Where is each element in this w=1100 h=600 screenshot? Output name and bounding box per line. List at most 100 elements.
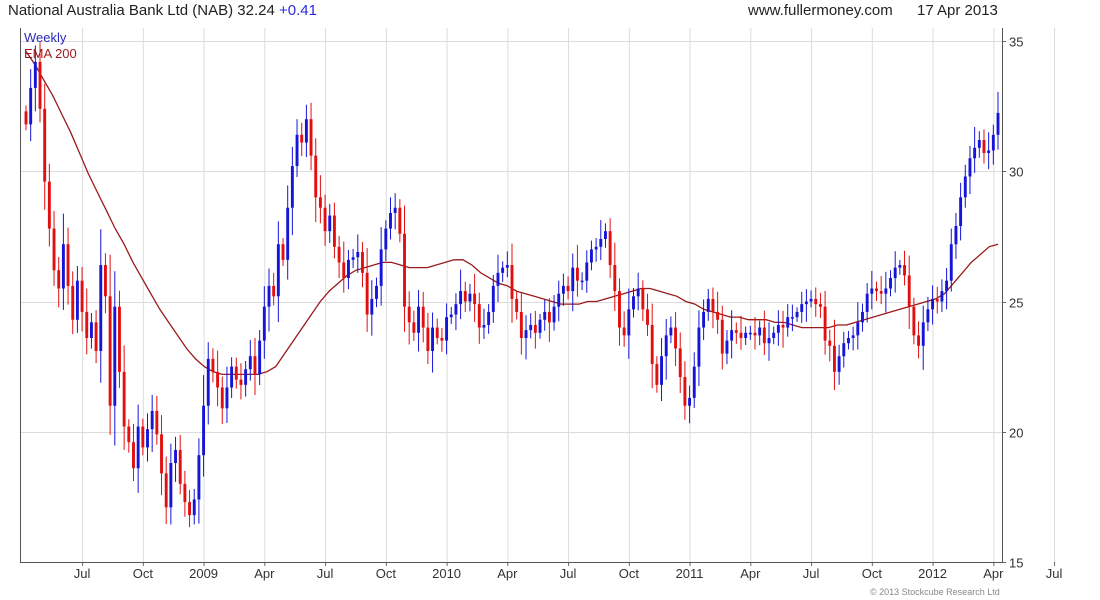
- candle-body: [790, 317, 794, 319]
- candle-body: [898, 265, 902, 268]
- candle-body: [697, 327, 701, 367]
- candle-body: [543, 311, 547, 320]
- candle-body: [996, 112, 1000, 135]
- candle-body: [24, 111, 28, 125]
- candle-body: [216, 371, 220, 388]
- candle-body: [183, 483, 187, 503]
- candle-body: [875, 288, 878, 292]
- candle-body: [314, 155, 318, 198]
- candle-body: [711, 298, 715, 312]
- candle-body: [935, 298, 939, 302]
- candle-body: [552, 306, 556, 323]
- candle-body: [160, 434, 163, 474]
- candle-body: [762, 327, 766, 344]
- candle-body: [828, 340, 832, 346]
- candle-series: [24, 42, 1000, 528]
- candle-body: [202, 405, 206, 456]
- candle-body: [702, 311, 706, 328]
- candle-body: [940, 291, 944, 302]
- candle-body: [529, 324, 533, 331]
- candle-body: [674, 327, 678, 349]
- x-tick-label: Jul: [1046, 566, 1063, 581]
- candle-body: [398, 207, 402, 234]
- candle-body: [239, 379, 243, 385]
- candle-body: [776, 324, 780, 333]
- candle-body: [585, 262, 589, 281]
- candle-body: [342, 262, 346, 279]
- candle-body: [234, 366, 238, 380]
- candle-body: [122, 371, 126, 427]
- candle-body: [739, 332, 743, 338]
- candle-body: [926, 309, 930, 323]
- x-tick-label: 2012: [918, 566, 947, 581]
- candle-body: [281, 244, 285, 260]
- candle-body: [150, 410, 154, 430]
- candle-body: [533, 324, 537, 333]
- candle-body: [945, 280, 949, 292]
- x-tick-label: 2010: [432, 566, 461, 581]
- candle-body: [188, 502, 192, 516]
- candle-body: [89, 322, 93, 338]
- candle-body: [753, 332, 757, 336]
- candle-body: [417, 306, 420, 333]
- candle-body: [800, 304, 804, 312]
- candle-body: [38, 61, 42, 109]
- candle-body: [856, 322, 860, 336]
- candle-body: [599, 238, 603, 247]
- candle-body: [716, 311, 720, 320]
- x-tick-label: Apr: [983, 566, 1004, 581]
- candle-body: [113, 306, 117, 406]
- x-tick-label: Apr: [497, 566, 518, 581]
- candle-body: [244, 369, 248, 385]
- candle-body: [361, 252, 364, 273]
- candle-body: [356, 252, 360, 258]
- candle-body: [454, 304, 458, 315]
- candle-body: [660, 356, 663, 385]
- candle-body: [842, 343, 846, 357]
- candle-body: [725, 340, 729, 354]
- candle-body: [118, 306, 121, 372]
- candle-body: [328, 215, 332, 232]
- candle-body: [449, 314, 453, 318]
- candle-body: [262, 306, 266, 341]
- candle-body: [206, 358, 210, 406]
- candle-body: [561, 285, 565, 294]
- candle-body: [272, 285, 276, 297]
- candle-body: [795, 311, 799, 318]
- copyright-text: © 2013 Stockcube Research Ltd: [870, 587, 1000, 597]
- x-tick-label: Oct: [862, 566, 883, 581]
- candle-body: [510, 265, 514, 299]
- candle-body: [744, 332, 748, 338]
- candle-body: [220, 387, 224, 409]
- candle-body: [837, 356, 841, 372]
- candle-body: [47, 181, 51, 229]
- candle-body: [973, 147, 977, 159]
- candle-body: [692, 366, 696, 398]
- candle-body: [515, 298, 519, 312]
- candle-body: [230, 366, 234, 388]
- candle-body: [304, 119, 308, 143]
- candle-body: [580, 280, 584, 283]
- candle-body: [538, 319, 542, 333]
- candle-body: [66, 244, 70, 286]
- candle-body: [108, 296, 112, 406]
- candle-body: [571, 267, 575, 292]
- candle-body: [431, 327, 435, 352]
- y-tick-label: 15: [1009, 556, 1023, 571]
- candle-body: [505, 265, 509, 268]
- candle-body: [893, 267, 897, 279]
- candle-body: [52, 228, 56, 271]
- candle-body: [337, 246, 341, 263]
- candle-body: [809, 298, 813, 302]
- candle-body: [884, 288, 888, 294]
- candle-body: [748, 332, 752, 335]
- candle-body: [445, 317, 449, 341]
- candle-body: [384, 228, 388, 250]
- candle-body: [636, 288, 640, 297]
- candle-body: [75, 280, 79, 320]
- candle-body: [155, 410, 159, 435]
- candle-body: [276, 244, 280, 297]
- x-tick-label: Oct: [376, 566, 397, 581]
- candle-body: [730, 330, 734, 341]
- ema-series: [25, 51, 999, 376]
